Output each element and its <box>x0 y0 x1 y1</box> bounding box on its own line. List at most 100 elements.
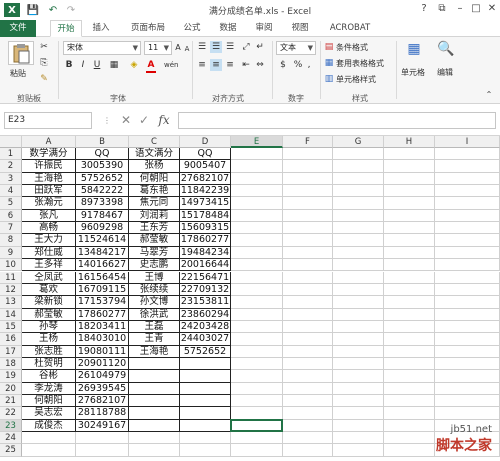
cell[interactable]: 20016644 <box>180 259 231 272</box>
column-header[interactable]: H <box>384 136 435 148</box>
cell[interactable] <box>283 185 333 198</box>
cell[interactable] <box>333 395 384 408</box>
cell[interactable] <box>231 357 283 371</box>
phonetic-icon[interactable]: wén <box>164 59 178 71</box>
column-header[interactable]: C <box>129 136 180 148</box>
number-format-select[interactable]: 文本 ▼ <box>276 41 316 55</box>
cell[interactable]: 11524614 <box>76 234 129 247</box>
cell[interactable]: 14973415 <box>180 197 231 210</box>
column-header[interactable]: G <box>333 136 384 148</box>
cell[interactable] <box>283 172 333 186</box>
cell[interactable]: 郑仕威 <box>22 246 76 260</box>
cell[interactable] <box>231 444 283 457</box>
tab-view[interactable]: 视图 <box>286 20 314 37</box>
cell[interactable] <box>435 333 500 346</box>
cell[interactable] <box>283 333 333 346</box>
cell[interactable] <box>180 370 231 383</box>
cell[interactable]: 语文满分 <box>129 148 180 161</box>
row-header[interactable]: 18 <box>0 357 22 371</box>
cell[interactable] <box>76 444 129 457</box>
cell[interactable] <box>435 259 500 272</box>
cell[interactable] <box>283 296 333 309</box>
close-button[interactable]: ✕ <box>484 2 500 16</box>
cell[interactable]: 王多祥 <box>22 259 76 272</box>
row-header[interactable]: 10 <box>0 259 22 272</box>
cell[interactable]: 数学满分 <box>22 148 76 161</box>
cell[interactable] <box>333 320 384 334</box>
merge-icon[interactable]: ⇔ <box>254 59 266 71</box>
cell[interactable]: 27682107 <box>180 172 231 186</box>
cell[interactable] <box>283 395 333 408</box>
cell[interactable] <box>283 345 333 358</box>
column-header[interactable]: F <box>283 136 333 148</box>
cell[interactable] <box>283 407 333 420</box>
cell[interactable]: 张志胜 <box>22 345 76 358</box>
fill-color-icon[interactable]: ◈ <box>128 59 140 71</box>
minimize-button[interactable]: – <box>452 2 468 16</box>
currency-icon[interactable]: $ <box>277 59 289 71</box>
cell[interactable] <box>435 296 500 309</box>
cell[interactable] <box>384 148 435 161</box>
cell[interactable] <box>384 382 435 395</box>
align-center-icon[interactable]: ≡ <box>210 59 222 71</box>
cell[interactable]: 13484217 <box>76 246 129 260</box>
cell[interactable] <box>22 432 76 445</box>
align-top-icon[interactable]: ☰ <box>196 41 208 53</box>
cell[interactable]: 孙文博 <box>129 296 180 309</box>
cell[interactable]: 20901120 <box>76 357 129 371</box>
cell[interactable] <box>180 419 231 433</box>
font-color-icon[interactable]: A <box>146 59 156 73</box>
cell[interactable] <box>333 419 384 433</box>
cell[interactable] <box>435 407 500 420</box>
cell[interactable] <box>435 246 500 260</box>
cell[interactable] <box>283 197 333 210</box>
column-header[interactable]: E <box>231 136 283 148</box>
cell[interactable]: 11842239 <box>180 185 231 198</box>
row-header[interactable]: 24 <box>0 432 22 445</box>
cell[interactable]: 5752652 <box>180 345 231 358</box>
font-size-select[interactable]: 11 ▼ <box>144 41 172 55</box>
cell[interactable]: 23860294 <box>180 308 231 321</box>
cell[interactable]: 何朝阳 <box>129 172 180 186</box>
cell[interactable] <box>283 308 333 321</box>
cell[interactable]: 葛东艳 <box>129 185 180 198</box>
cell[interactable] <box>435 382 500 395</box>
cell[interactable]: 23153811 <box>180 296 231 309</box>
cell[interactable]: 张凡 <box>22 209 76 223</box>
cell[interactable] <box>231 320 283 334</box>
align-left-icon[interactable]: ≡ <box>196 59 208 71</box>
cell[interactable] <box>231 308 283 321</box>
cancel-icon[interactable]: ✕ <box>118 112 134 129</box>
cell[interactable] <box>435 185 500 198</box>
cell[interactable]: 16156454 <box>76 271 129 284</box>
font-name-select[interactable]: 宋体 ▼ <box>63 41 141 55</box>
italic-icon[interactable]: I <box>78 59 88 71</box>
cell[interactable] <box>333 259 384 272</box>
cell[interactable]: 22156471 <box>180 271 231 284</box>
cell[interactable] <box>333 234 384 247</box>
cell[interactable] <box>333 444 384 457</box>
row-header[interactable]: 11 <box>0 271 22 284</box>
cell[interactable]: 徐洪武 <box>129 308 180 321</box>
save-icon[interactable]: 💾 <box>26 3 40 17</box>
cell[interactable]: 吴志宏 <box>22 407 76 420</box>
cell[interactable] <box>231 432 283 445</box>
cell[interactable] <box>384 296 435 309</box>
cell[interactable] <box>76 432 129 445</box>
cell[interactable] <box>283 370 333 383</box>
cell[interactable] <box>129 419 180 433</box>
cell[interactable] <box>283 148 333 161</box>
cell[interactable] <box>283 357 333 371</box>
cell[interactable]: 王东芳 <box>129 222 180 235</box>
cell[interactable]: 成俊杰 <box>22 419 76 433</box>
cell[interactable] <box>333 333 384 346</box>
row-header[interactable]: 21 <box>0 395 22 408</box>
formula-options-icon[interactable]: ⋮ <box>100 112 114 129</box>
cell[interactable]: 5842222 <box>76 185 129 198</box>
cell[interactable] <box>283 259 333 272</box>
cell[interactable]: 张杨 <box>129 160 180 173</box>
cell[interactable] <box>333 197 384 210</box>
cell[interactable] <box>129 444 180 457</box>
increase-font-icon[interactable]: A <box>174 42 182 54</box>
cell[interactable] <box>333 382 384 395</box>
